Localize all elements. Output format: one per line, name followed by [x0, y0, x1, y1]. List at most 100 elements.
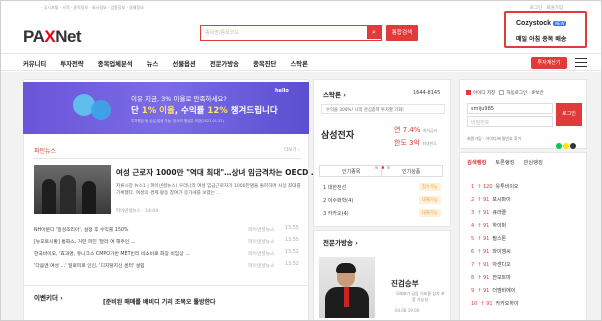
stockloan-notice[interactable]: 수익을 300%! 나의 관심종목 투자할 기회! — [321, 104, 445, 114]
investment-calculator-button[interactable]: 투자계산기 — [531, 57, 567, 69]
menu-stockloan[interactable]: 스탁론 — [291, 61, 308, 68]
rank-number: 2 — [323, 198, 327, 204]
screenshot-frame: - 공시포털 · 가격 · 종목정보 · 회사정보 · 업종정보 · 경제정보 … — [0, 0, 602, 321]
expert-hair — [336, 263, 356, 273]
stockloan-phone: 1644-8145 — [413, 90, 441, 96]
rank-change: ↑ 91 — [480, 301, 493, 307]
stockloan-panel — [313, 79, 451, 227]
person-silhouette — [60, 175, 76, 214]
main-menu: 커뮤니티 투자전략 종목업체분석 뉴스 선물옵션 전문가방송 종목진단 스탁론 — [23, 59, 320, 68]
ranking-row[interactable]: 7 ↑ 91 아센디오 — [471, 261, 511, 268]
menu-strategy[interactable]: 투자전략 — [60, 61, 83, 68]
stock-name[interactable]: 삼성전자 — [321, 128, 354, 141]
popular-stock-row[interactable]: 2 이수화학(4) 대출가능 — [323, 196, 441, 204]
rank-change: ↑ 91 — [477, 288, 490, 294]
popular-stock-row[interactable]: 3 카카오(4) 대출가능 — [323, 209, 441, 217]
menu-community[interactable]: 커뮤니티 — [23, 61, 46, 68]
ad-brand: Cozystock — [516, 20, 552, 27]
news-list-item[interactable]: NH아문디 '일성조리아', 설정 후 수익률 150% 파이낸셜뉴스 13:5… — [34, 226, 302, 235]
search-icon[interactable]: ⌕ — [367, 26, 381, 39]
ranking-row[interactable]: 2 ↑ 91 포시파이 — [471, 196, 511, 203]
rank-change: ↑ 91 — [477, 223, 490, 229]
news-title: NH아문디 '일성조리아', 설정 후 수익률 150% — [34, 228, 129, 233]
menu-news[interactable]: 뉴스 — [147, 61, 159, 68]
expert-tie — [344, 287, 349, 307]
cozystock-ad[interactable]: Cozystock NEW 매일 아침 종목 배송 — [504, 11, 587, 48]
user-id-field[interactable]: smiju985 — [467, 103, 553, 114]
ip-security-toggle[interactable]: IP보안 — [531, 91, 543, 96]
auto-login-label: 자동로그인 — [506, 91, 528, 96]
ad-description: 매일 아침 종목 배송 — [516, 36, 567, 43]
ranking-row[interactable]: 10 ↑ 91 카카오하이 — [471, 300, 519, 307]
rank-number: 5 — [471, 236, 475, 242]
news-source: 파이낸셜뉴스 — [248, 240, 275, 245]
menu-diagnosis[interactable]: 종목진단 — [253, 61, 276, 68]
person-silhouette — [82, 181, 96, 214]
stock-tabs: 인기종목 인기상품 — [319, 165, 443, 177]
news-list-item[interactable]: [뉴포토시황] 통화스, 거란 파진 '달라 여 해주인 … 파이낸셜뉴스 13… — [34, 238, 302, 247]
save-id-label: 아이디 저장 — [473, 91, 496, 96]
expert-section-title[interactable]: 전문가방송 › — [323, 237, 358, 247]
ranking-tabs: 검색랭킹 토론랭킹 관심랭킹 — [467, 158, 550, 166]
search-box[interactable]: 종목명/종목코드 ⌕ — [200, 25, 382, 41]
rank-number: 8 — [471, 275, 475, 281]
password-field[interactable]: 비밀번호 — [467, 116, 553, 127]
menu-analysis[interactable]: 종목업체분석 — [98, 61, 133, 68]
expert-date: 04.08 19:00 — [395, 308, 420, 313]
stockloan-title[interactable]: 스탁론 › — [323, 89, 346, 99]
hamburger-menu-icon[interactable] — [575, 58, 587, 67]
logo-prefix: PA — [23, 27, 45, 46]
banner-line2: 단 1% 이율, 수익률 12% 챙겨드립니다 — [131, 106, 278, 116]
ranking-row[interactable]: 8 ↑ 91 한보트마 — [471, 274, 511, 281]
ranking-row[interactable]: 4 ↑ 91 하이퍼 — [471, 222, 506, 229]
ranking-row[interactable]: 1 ↑ 120 유투비이오 — [471, 183, 519, 190]
event-section-title[interactable]: 이벤키더 › — [34, 292, 63, 302]
tab-popular-stocks[interactable]: 인기종목 — [342, 168, 360, 175]
paxnet-logo[interactable]: PAXNet — [23, 27, 82, 47]
ranking-row[interactable]: 3 ↑ 91 큐라클 — [471, 209, 506, 216]
google-icon[interactable] — [570, 143, 576, 149]
signup-find-links[interactable]: 회원가입 · 아이디/비밀번호 찾기 — [467, 136, 521, 142]
auto-login-checkbox[interactable] — [499, 90, 505, 95]
naver-icon[interactable] — [556, 143, 562, 149]
tab-discussion-ranking[interactable]: 토론랭킹 — [495, 160, 515, 166]
news-list-item[interactable]: '다음엔 여성 …' 일로피로 인인, '디지털지신 센터' 설립 파이낸셜뉴스… — [34, 262, 302, 271]
menu-expert-broadcast[interactable]: 전문가방송 — [210, 61, 239, 68]
rank-change: ↑ 91 — [477, 249, 490, 255]
news-more-link[interactable]: 더보기 › — [284, 147, 300, 153]
save-id-checkbox[interactable] — [466, 90, 471, 95]
popular-stock-row[interactable]: 1 대한전선 접수가능 — [323, 183, 441, 191]
event-section-item[interactable]: [준비된 매매를 배비디 기리 조목오 툴방한다 — [103, 297, 216, 306]
ranking-row[interactable]: 5 ↑ 91 필스톤 — [471, 235, 506, 242]
tab-popular-products[interactable]: 인기상품 — [402, 168, 420, 175]
person-silhouette — [42, 179, 56, 214]
news-headline[interactable]: 여성 근로자 1000만 "역대 최대"…상녀 임금격차는 OECD … — [116, 167, 319, 178]
news-time: 13:52 — [285, 250, 299, 255]
news-time: 13:55 — [285, 238, 299, 243]
top-utility-nav[interactable]: - 공시포털 · 가격 · 종목정보 · 회사정보 · 업종정보 · 경제정보 — [41, 5, 144, 11]
search-input[interactable]: 종목명/종목코드 — [205, 29, 239, 36]
kakao-icon[interactable] — [563, 143, 569, 149]
stock-rate: 연 7.4% 최저금리 — [394, 125, 437, 135]
expert-name[interactable]: 진검승부 — [391, 278, 419, 289]
expert-photo[interactable] — [319, 257, 375, 318]
ranking-row[interactable]: 9 ↑ 91 더엠비에이 — [471, 287, 515, 294]
news-thumbnail[interactable] — [34, 165, 111, 214]
rank-change: ↑ 91 — [477, 262, 490, 268]
tab-search-ranking[interactable]: 검색랭킹 — [467, 160, 487, 166]
rank-change: ↑ 91 — [477, 210, 490, 216]
menu-futures[interactable]: 선물옵션 — [173, 61, 196, 68]
hello-banner[interactable]: 이유 지금, 3% 이율로 만족하세요? 단 1% 이율, 수익률 12% 챙겨… — [23, 82, 309, 134]
rank-number: 1 — [323, 185, 327, 191]
integrated-search-button[interactable]: 통합검색 — [386, 25, 418, 41]
tab-interest-ranking[interactable]: 관심랭킹 — [523, 160, 543, 166]
rank-stock-name: 유투비이오 — [495, 184, 519, 190]
rank-stock-name: 한보트마 — [492, 275, 511, 281]
ranking-row[interactable]: 6 ↑ 91 와이엠씨 — [471, 248, 511, 255]
login-button[interactable]: 로그인 — [556, 103, 582, 126]
news-section-title[interactable]: 파인뉴스 — [34, 146, 56, 155]
news-source: 파이낸셜뉴스 — [248, 264, 275, 269]
news-list-item[interactable]: 한국바이오, '효과명, 유니크스 CMPO가반 MET빈리 비소비로 화장 비… — [34, 250, 302, 259]
news-time: 13:55 — [285, 226, 299, 231]
stock-rate-label: 최저금리 — [422, 128, 438, 133]
